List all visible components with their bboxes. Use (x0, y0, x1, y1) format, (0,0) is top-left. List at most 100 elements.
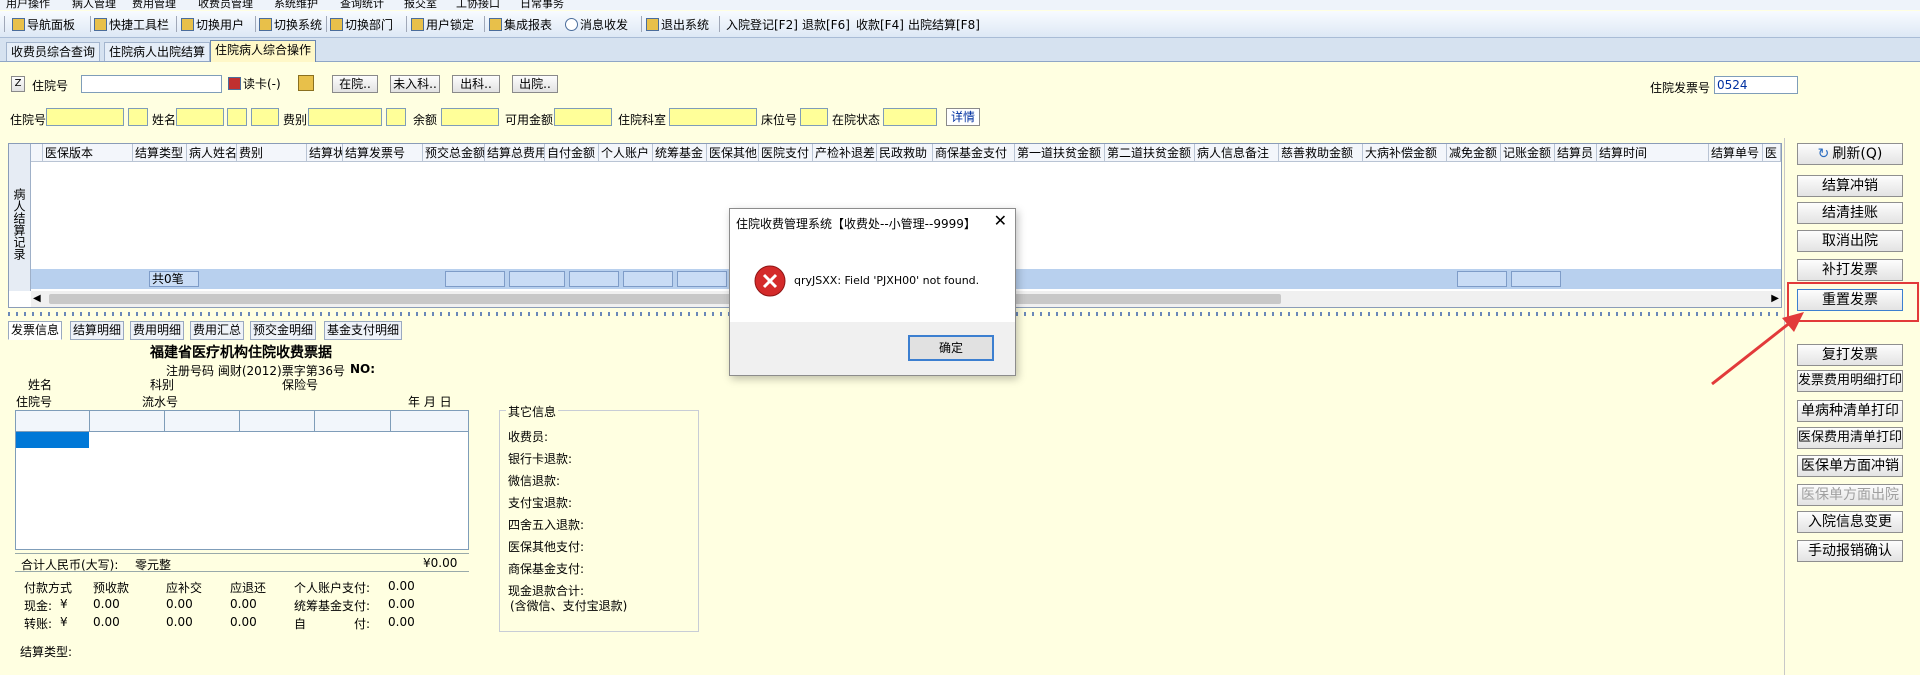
grid-col-civil-aid[interactable]: 民政救助 (877, 144, 933, 162)
grid-col-poverty-1[interactable]: 第一道扶贫金额 (1015, 144, 1105, 162)
refund-button[interactable]: 退款[F6] (802, 14, 850, 34)
tab-discharge-settle[interactable]: 住院病人出院结算 (104, 42, 211, 61)
grid-col-credit[interactable]: 记账金额 (1501, 144, 1555, 162)
grid-col-settle-no[interactable]: 结算单号 (1709, 144, 1763, 162)
cash-prepay: 0.00 (93, 597, 120, 611)
grid-col-patient-name[interactable]: 病人姓名 (187, 144, 237, 162)
nav-panel-button[interactable]: 导航面板 (12, 14, 75, 34)
message-button[interactable]: 消息收发 (565, 14, 628, 34)
detail-button[interactable]: 详情 (946, 108, 980, 126)
discharge-settle-button[interactable]: 出院结算[F8] (908, 14, 980, 34)
info-dept-field[interactable] (669, 108, 757, 126)
close-icon[interactable]: ✕ (994, 211, 1007, 231)
grid-col-prepay-total[interactable]: 预交总金额 (423, 144, 485, 162)
grid-col-feetype[interactable]: 费别 (237, 144, 307, 162)
print-ins-fee-list-button[interactable]: 医保费用清单打印 (1797, 427, 1903, 449)
grid-col-poverty-2[interactable]: 第二道扶贫金额 (1105, 144, 1195, 162)
exit-system-button[interactable]: 退出系统 (646, 14, 709, 34)
tab-fee-detail[interactable]: 费用明细 (130, 321, 185, 340)
tab-cashier-query[interactable]: 收费员综合查询 (6, 42, 101, 61)
scroll-left-icon[interactable]: ◀ (33, 293, 41, 305)
admission-info-change-button[interactable]: 入院信息变更 (1797, 511, 1903, 533)
grid-col-total-cost[interactable]: 结算总费用 (485, 144, 545, 162)
print-single-disease-button[interactable]: 单病种清单打印 (1797, 400, 1903, 422)
in-hospital-button[interactable]: 在院.. (332, 75, 378, 93)
menu-interface[interactable]: 工协接口 (456, 0, 500, 10)
pool-fund-label: 统筹基金支付: (294, 599, 371, 613)
tab-inpatient-ops[interactable]: 住院病人综合操作 (210, 40, 317, 62)
menu-patient[interactable]: 病人管理 (72, 0, 116, 10)
clear-credit-button[interactable]: 结清挂账 (1797, 202, 1903, 224)
reprint-invoice-button[interactable]: 补打发票 (1797, 259, 1903, 281)
manual-reimburse-confirm-button[interactable]: 手动报销确认 (1797, 540, 1903, 562)
switch-user-button[interactable]: 切换用户 (181, 14, 244, 34)
tab-invoice-info[interactable]: 发票信息 (8, 321, 63, 340)
user-lock-button[interactable]: 用户锁定 (411, 14, 474, 34)
ins-unilateral-reverse-button[interactable]: 医保单方面冲销 (1797, 455, 1903, 477)
tab-settle-detail[interactable]: 结算明细 (70, 321, 125, 340)
grid-col-prenatal-diff[interactable]: 产检补退差 (813, 144, 877, 162)
info-inpatient-field[interactable] (46, 108, 124, 126)
menu-fee[interactable]: 费用管理 (132, 0, 176, 10)
info-bed-field[interactable] (800, 108, 828, 126)
invoice-no-input[interactable]: 0524 (1714, 76, 1798, 94)
grid-col-settler[interactable]: 结算员 (1555, 144, 1597, 162)
ok-button[interactable]: 确定 (908, 335, 994, 361)
admission-register-button[interactable]: 入院登记[F2] (726, 14, 798, 34)
read-card-button[interactable]: 读卡(-) (228, 75, 281, 92)
info-balance-field[interactable] (441, 108, 499, 126)
grid-col-ins-other[interactable]: 医保其他 (707, 144, 759, 162)
personal-account-head: 个人账户支付: (294, 581, 371, 595)
grid-col-hospital-pay[interactable]: 医院支付 (759, 144, 813, 162)
menu-report[interactable]: 报交室 (404, 0, 437, 10)
discharged-button[interactable]: 出院.. (512, 75, 558, 93)
broom-icon[interactable] (298, 75, 314, 91)
switch-dept-button[interactable]: 切换部门 (330, 14, 393, 34)
info-gender-field[interactable] (227, 108, 247, 126)
info-name-field[interactable] (176, 108, 224, 126)
integrated-report-button[interactable]: 集成报表 (489, 14, 552, 34)
settle-reverse-button[interactable]: 结算冲销 (1797, 175, 1903, 197)
info-status-field[interactable] (883, 108, 937, 126)
grid-col-self-pay[interactable]: 自付金额 (545, 144, 599, 162)
grid-col-charity-aid[interactable]: 慈善救助金额 (1279, 144, 1363, 162)
menu-query[interactable]: 查询统计 (340, 0, 384, 10)
grid-col-settle-time[interactable]: 结算时间 (1597, 144, 1709, 162)
grid-col-settle-type[interactable]: 结算类型 (133, 144, 187, 162)
grid-col-pool-fund[interactable]: 统筹基金 (653, 144, 707, 162)
switch-system-button[interactable]: 切换系统 (259, 14, 322, 34)
not-admitted-button[interactable]: 未入科.. (390, 75, 440, 93)
z-toggle-button[interactable]: Z (11, 76, 25, 92)
cancel-discharge-button[interactable]: 取消出院 (1797, 230, 1903, 252)
refresh-button[interactable]: ↻ 刷新(Q) (1797, 143, 1903, 165)
info-inpatient-suffix-field[interactable] (128, 108, 148, 126)
collect-button[interactable]: 收款[F4] (856, 14, 904, 34)
other-cash-refund-note: (含微信、支付宝退款) (510, 599, 628, 613)
grid-col-reduction[interactable]: 减免金额 (1447, 144, 1501, 162)
receipt-selected-cell[interactable] (16, 432, 89, 448)
inpatient-no-input[interactable] (81, 75, 222, 93)
grid-col-ins-version[interactable]: 医保版本 (43, 144, 133, 162)
quick-toolbar-button[interactable]: 快捷工具栏 (94, 14, 169, 34)
menu-user-ops[interactable]: 用户操作 (6, 0, 50, 10)
info-available-field[interactable] (554, 108, 612, 126)
menu-daily[interactable]: 日常事务 (520, 0, 564, 10)
grid-col-more[interactable]: 医 (1763, 144, 1781, 162)
menu-cashier[interactable]: 收费员管理 (198, 0, 253, 10)
grid-col-invoice-no[interactable]: 结算发票号 (343, 144, 423, 162)
toolbar-separator (641, 16, 642, 32)
info-age-field[interactable] (251, 108, 279, 126)
grid-col-patient-note[interactable]: 病人信息备注 (1195, 144, 1279, 162)
grid-scroll-thumb[interactable] (49, 294, 1281, 304)
tab-fund-detail[interactable]: 基金支付明细 (324, 321, 403, 340)
menu-system[interactable]: 系统维护 (274, 0, 318, 10)
grid-col-personal-account[interactable]: 个人账户 (599, 144, 653, 162)
info-feetype-field[interactable] (308, 108, 382, 126)
out-dept-button[interactable]: 出科.. (452, 75, 500, 93)
tab-prepay-detail[interactable]: 预交金明细 (250, 321, 317, 340)
info-feetype-code-field[interactable] (386, 108, 406, 126)
tab-fee-summary[interactable]: 费用汇总 (190, 321, 245, 340)
grid-col-serious-illness[interactable]: 大病补偿金额 (1363, 144, 1447, 162)
grid-col-settle-status[interactable]: 结算状 (307, 144, 343, 162)
grid-col-commercial-ins[interactable]: 商保基金支付 (933, 144, 1015, 162)
